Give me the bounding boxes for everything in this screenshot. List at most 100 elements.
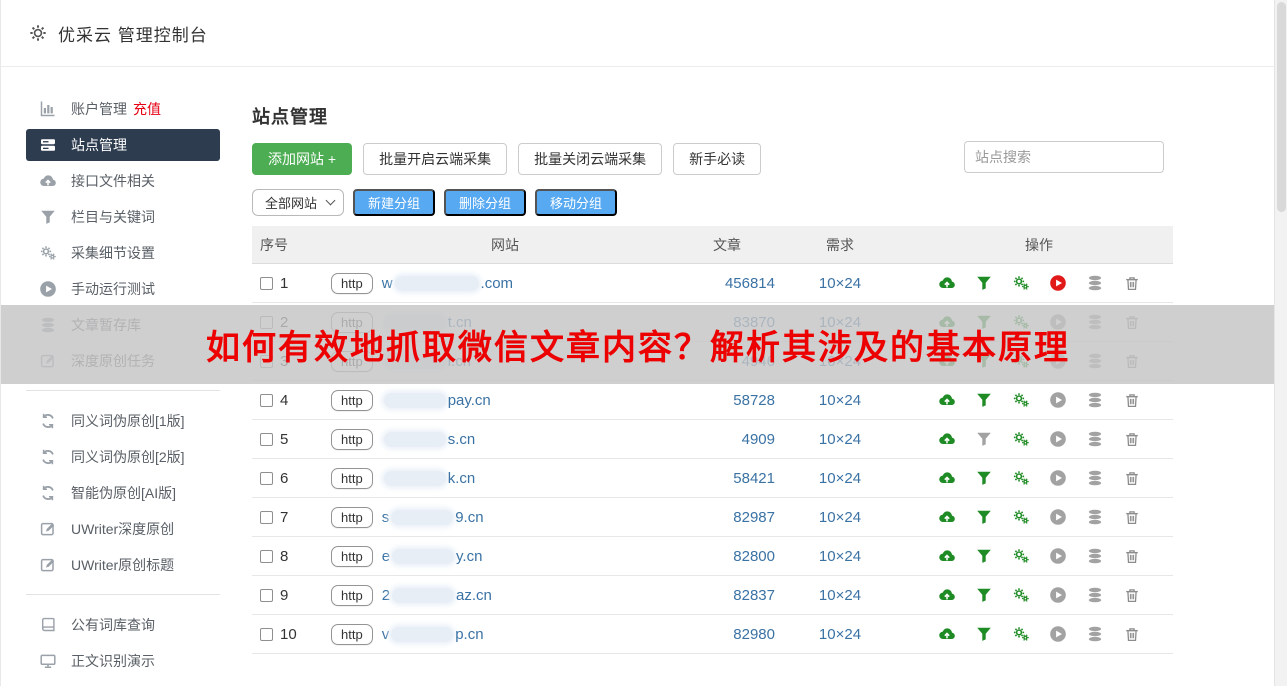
scrollbar-thumb[interactable] xyxy=(1277,2,1286,212)
play-action-icon[interactable] xyxy=(1049,430,1067,448)
site-domain-link[interactable]: s9.cn xyxy=(382,509,484,526)
cloud-upload-action-icon[interactable] xyxy=(938,547,956,565)
beginner-guide-button[interactable]: 新手必读 xyxy=(673,143,761,175)
http-badge[interactable]: http xyxy=(331,468,373,489)
gears-action-icon[interactable] xyxy=(1012,508,1030,526)
site-domain-link[interactable]: 2az.cn xyxy=(382,587,492,604)
gears-action-icon[interactable] xyxy=(1012,547,1030,565)
row-checkbox[interactable] xyxy=(260,394,273,407)
filter-action-icon[interactable] xyxy=(975,625,993,643)
trash-action-icon[interactable] xyxy=(1123,508,1141,526)
trash-action-icon[interactable] xyxy=(1123,430,1141,448)
database-action-icon[interactable] xyxy=(1086,508,1104,526)
cloud-upload-action-icon[interactable] xyxy=(938,274,956,292)
filter-action-icon[interactable] xyxy=(975,508,993,526)
site-domain-link[interactable]: k.cn xyxy=(382,470,476,487)
trash-action-icon[interactable] xyxy=(1123,586,1141,604)
http-badge[interactable]: http xyxy=(331,273,373,294)
site-domain-link[interactable]: s.cn xyxy=(382,431,476,448)
database-action-icon[interactable] xyxy=(1086,274,1104,292)
http-badge[interactable]: http xyxy=(331,546,373,567)
site-search-input[interactable] xyxy=(964,141,1164,173)
delete-group-button[interactable]: 删除分组 xyxy=(444,189,526,216)
gears-action-icon[interactable] xyxy=(1012,274,1030,292)
gears-action-icon[interactable] xyxy=(1012,625,1030,643)
database-action-icon[interactable] xyxy=(1086,625,1104,643)
batch-close-collect-button[interactable]: 批量关闭云端采集 xyxy=(518,143,662,175)
filter-icon xyxy=(39,208,59,226)
site-domain-link[interactable]: ey.cn xyxy=(382,548,483,565)
gears-action-icon[interactable] xyxy=(1012,469,1030,487)
move-group-button[interactable]: 移动分组 xyxy=(535,189,617,216)
site-domain-link[interactable]: w.com xyxy=(382,275,513,292)
database-action-icon[interactable] xyxy=(1086,391,1104,409)
sidebar-item[interactable]: 账户管理充值 xyxy=(26,93,220,125)
play-action-icon[interactable] xyxy=(1049,625,1067,643)
play-action-icon[interactable] xyxy=(1049,274,1067,292)
http-badge[interactable]: http xyxy=(331,624,373,645)
filter-action-icon[interactable] xyxy=(975,469,993,487)
filter-action-icon[interactable] xyxy=(975,586,993,604)
sidebar-item[interactable]: 栏目与关键词 xyxy=(26,201,220,233)
scrollbar[interactable] xyxy=(1274,0,1287,686)
sidebar-item[interactable]: 同义词伪原创[2版] xyxy=(26,441,220,473)
gears-action-icon[interactable] xyxy=(1012,430,1030,448)
database-action-icon[interactable] xyxy=(1086,547,1104,565)
cloud-upload-action-icon[interactable] xyxy=(938,469,956,487)
row-checkbox[interactable] xyxy=(260,628,273,641)
http-badge[interactable]: http xyxy=(331,507,373,528)
sidebar-item[interactable]: 手动运行测试 xyxy=(26,273,220,305)
play-action-icon[interactable] xyxy=(1049,508,1067,526)
group-select[interactable]: 全部网站 xyxy=(252,189,344,216)
database-action-icon[interactable] xyxy=(1086,469,1104,487)
play-action-icon[interactable] xyxy=(1049,469,1067,487)
sidebar-item[interactable]: UWriter原创标题 xyxy=(26,549,220,581)
row-checkbox[interactable] xyxy=(260,472,273,485)
database-action-icon[interactable] xyxy=(1086,430,1104,448)
http-badge[interactable]: http xyxy=(331,390,373,411)
sidebar-item[interactable]: 接口文件相关 xyxy=(26,165,220,197)
recharge-badge[interactable]: 充值 xyxy=(133,99,161,119)
sidebar-item[interactable]: 正文识别演示 xyxy=(26,645,220,677)
row-checkbox[interactable] xyxy=(260,550,273,563)
add-site-button[interactable]: 添加网站 + xyxy=(252,143,352,175)
sidebar-item[interactable]: 同义词伪原创[1版] xyxy=(26,405,220,437)
http-badge[interactable]: http xyxy=(331,585,373,606)
group-select-value: 全部网站 xyxy=(265,193,317,212)
cloud-upload-action-icon[interactable] xyxy=(938,430,956,448)
filter-action-icon[interactable] xyxy=(975,430,993,448)
filter-action-icon[interactable] xyxy=(975,274,993,292)
sidebar-item[interactable]: 智能伪原创[AI版] xyxy=(26,477,220,509)
trash-action-icon[interactable] xyxy=(1123,469,1141,487)
row-checkbox[interactable] xyxy=(260,589,273,602)
filter-action-icon[interactable] xyxy=(975,391,993,409)
gears-action-icon[interactable] xyxy=(1012,391,1030,409)
play-action-icon[interactable] xyxy=(1049,586,1067,604)
http-badge[interactable]: http xyxy=(331,429,373,450)
cloud-upload-action-icon[interactable] xyxy=(938,391,956,409)
row-index: 6 xyxy=(280,470,288,487)
cloud-upload-action-icon[interactable] xyxy=(938,625,956,643)
cloud-upload-action-icon[interactable] xyxy=(938,586,956,604)
sidebar-item[interactable]: 采集细节设置 xyxy=(26,237,220,269)
batch-open-collect-button[interactable]: 批量开启云端采集 xyxy=(363,143,507,175)
database-action-icon[interactable] xyxy=(1086,586,1104,604)
trash-action-icon[interactable] xyxy=(1123,274,1141,292)
site-domain-link[interactable]: pay.cn xyxy=(382,392,491,409)
play-action-icon[interactable] xyxy=(1049,391,1067,409)
row-checkbox[interactable] xyxy=(260,511,273,524)
cloud-upload-action-icon[interactable] xyxy=(938,508,956,526)
trash-action-icon[interactable] xyxy=(1123,625,1141,643)
filter-action-icon[interactable] xyxy=(975,547,993,565)
trash-action-icon[interactable] xyxy=(1123,391,1141,409)
sidebar-item[interactable]: 站点管理 xyxy=(26,129,220,161)
gears-action-icon[interactable] xyxy=(1012,586,1030,604)
new-group-button[interactable]: 新建分组 xyxy=(353,189,435,216)
trash-action-icon[interactable] xyxy=(1123,547,1141,565)
site-domain-link[interactable]: vp.cn xyxy=(382,626,484,643)
sidebar-item[interactable]: 公有词库查询 xyxy=(26,609,220,641)
play-action-icon[interactable] xyxy=(1049,547,1067,565)
row-checkbox[interactable] xyxy=(260,277,273,290)
row-checkbox[interactable] xyxy=(260,433,273,446)
sidebar-item[interactable]: UWriter深度原创 xyxy=(26,513,220,545)
